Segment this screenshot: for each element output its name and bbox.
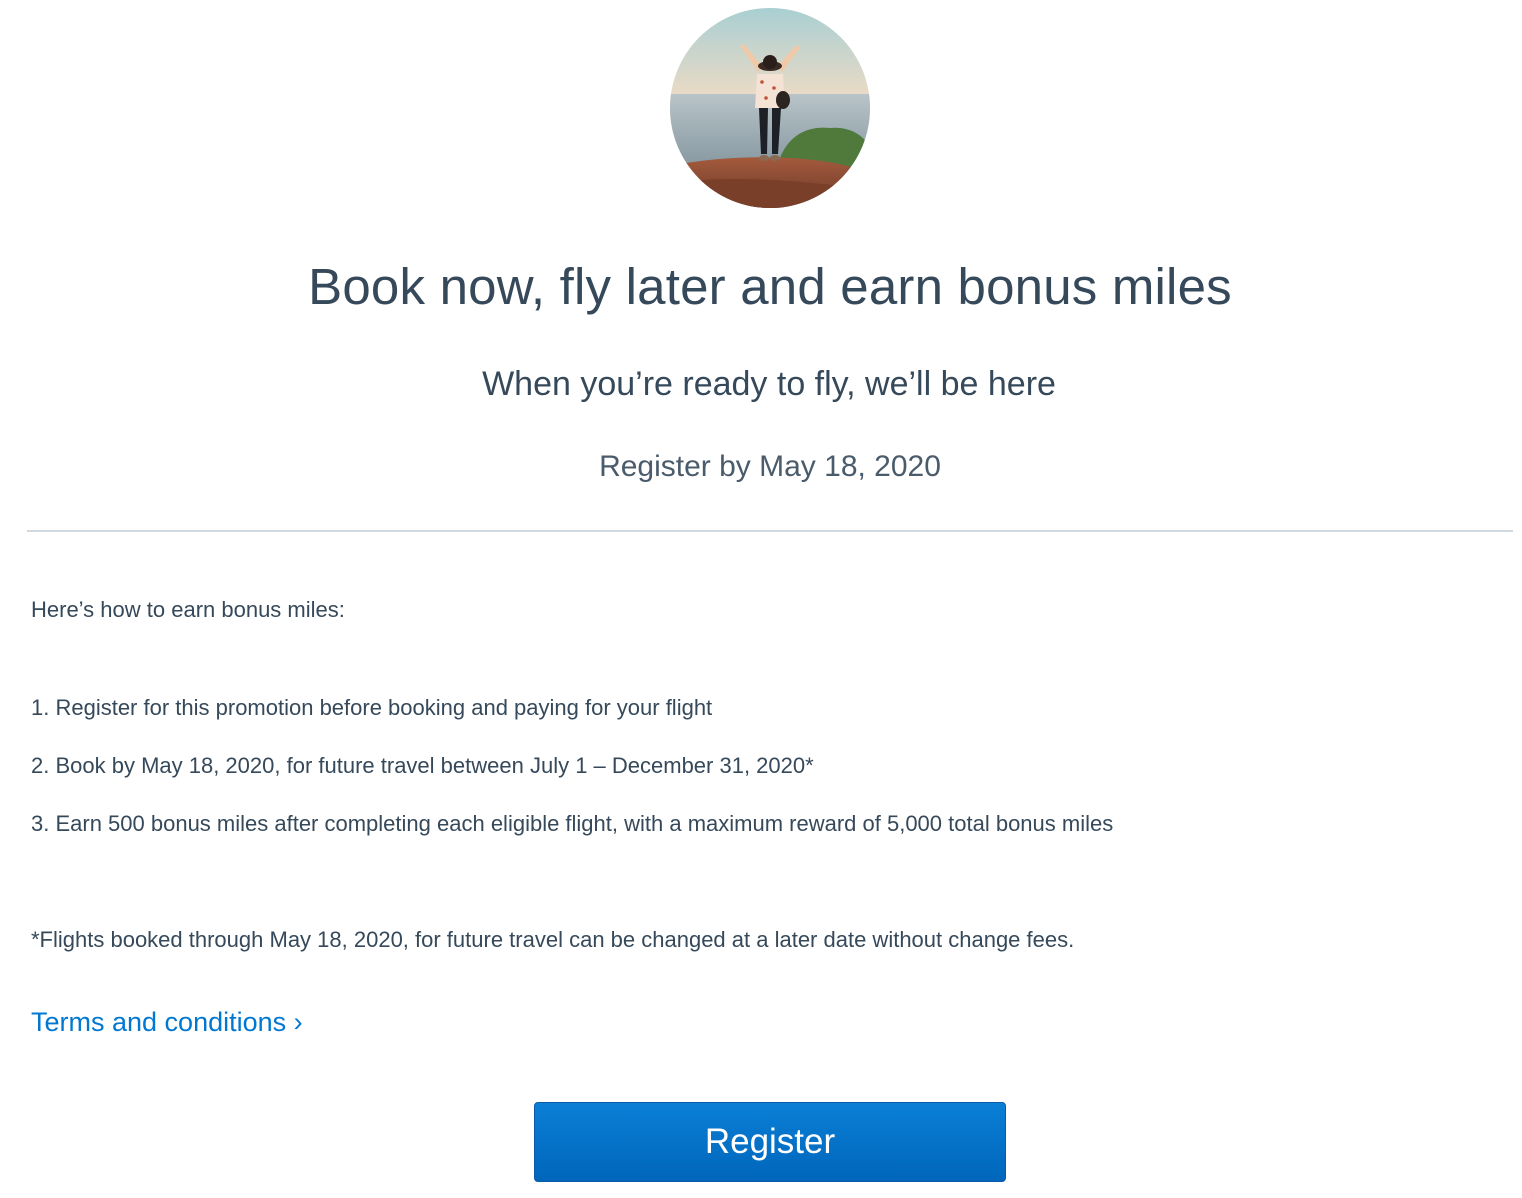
- headline: Book now, fly later and earn bonus miles: [308, 258, 1232, 315]
- intro-text: Here’s how to earn bonus miles:: [31, 597, 345, 622]
- step-item: 2. Book by May 18, 2020, for future trav…: [31, 753, 814, 778]
- terms-and-conditions-link[interactable]: Terms and conditions ›: [31, 1005, 303, 1039]
- footnote: *Flights booked through May 18, 2020, fo…: [31, 927, 1075, 952]
- traveler-image: [670, 8, 870, 208]
- registration-deadline: Register by May 18, 2020: [599, 450, 941, 483]
- step-item: 3. Earn 500 bonus miles after completing…: [31, 811, 1114, 836]
- subhead: When you’re ready to fly, we’ll be here: [482, 365, 1056, 403]
- hero-photo: [670, 8, 870, 208]
- step-item: 1. Register for this promotion before bo…: [31, 695, 713, 720]
- register-button[interactable]: Register: [534, 1102, 1006, 1182]
- divider: [27, 530, 1513, 532]
